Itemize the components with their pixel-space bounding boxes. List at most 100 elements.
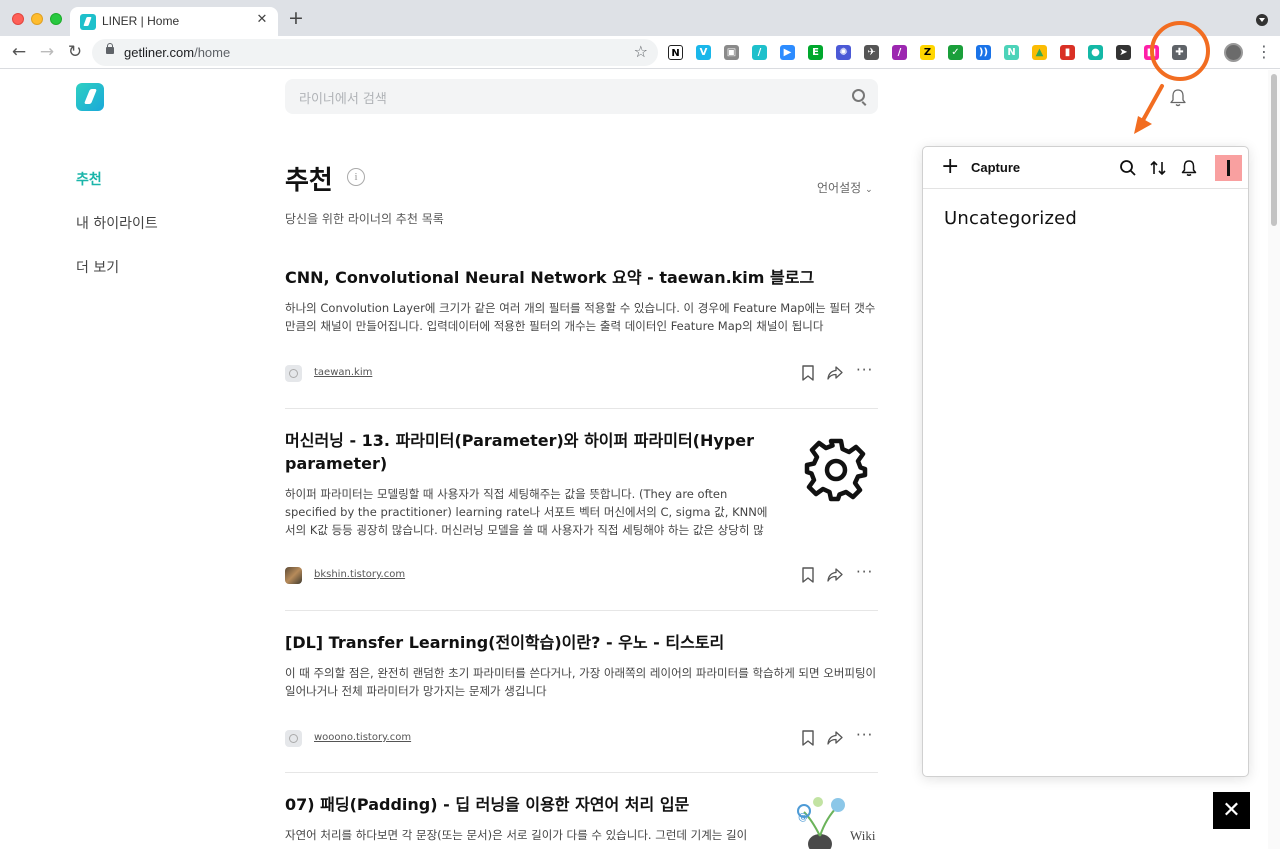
bird-icon[interactable]: ✈ (864, 45, 879, 60)
language-setting-label: 언어설정 (817, 181, 862, 195)
n-icon[interactable]: N (1004, 45, 1019, 60)
category-uncategorized[interactable]: Uncategorized (944, 208, 1077, 229)
url-path: /home (194, 45, 231, 60)
globe-icon (285, 730, 302, 747)
tab-search-icon[interactable] (1256, 14, 1268, 26)
article-thumbnail: @ Wiki (790, 792, 880, 849)
page-scrollbar[interactable] (1268, 70, 1280, 849)
notion-icon[interactable]: N (668, 45, 683, 60)
article-card[interactable]: CNN, Convolutional Neural Network 요약 - t… (285, 266, 878, 382)
back-arrow-icon[interactable]: ← (8, 41, 30, 63)
zoom-icon[interactable]: ▶ (780, 45, 795, 60)
bookmark-star-icon[interactable]: ☆ (634, 42, 648, 61)
source-avatar-icon (285, 567, 302, 584)
liner-logo[interactable] (76, 83, 104, 111)
article-card[interactable]: 머신러닝 - 13. 파라미터(Parameter)와 하이퍼 파라미터(Hyp… (285, 429, 878, 584)
globe-icon (285, 365, 302, 382)
page-title: 추천 (285, 166, 333, 196)
new-tab-button[interactable]: + (288, 8, 304, 28)
url-text[interactable]: getliner.com/home (124, 45, 230, 60)
gear-icon (804, 438, 868, 502)
share-icon[interactable] (826, 566, 844, 584)
chevron-down-icon: ⌄ (865, 185, 873, 195)
article-source-link[interactable]: taewan.kim (314, 367, 372, 378)
sidebar-item-more[interactable]: 더 보기 (76, 257, 119, 277)
search-placeholder: 라이너에서 검색 (299, 92, 387, 107)
popup-header: + Capture (923, 147, 1248, 189)
bookmark-icon[interactable] (799, 364, 817, 382)
divider (285, 772, 878, 773)
wiki-thumbnail-text: Wiki (850, 828, 876, 843)
vimeo-icon[interactable]: V (696, 45, 711, 60)
browser-menu-icon[interactable]: ⋮ (1256, 41, 1272, 63)
feather-icon[interactable]: / (892, 45, 907, 60)
article-excerpt: 하나의 Convolution Layer에 크기가 같은 여러 개의 필터를 … (285, 301, 876, 333)
more-options-icon[interactable]: ··· (856, 563, 874, 581)
article-meta-row: wooono.tistory.com ··· (285, 726, 878, 748)
wiki-plant-icon: @ (797, 797, 845, 849)
notification-bell-icon[interactable] (1168, 88, 1188, 108)
evernote-icon[interactable]: E (808, 45, 823, 60)
search-icon[interactable] (1119, 159, 1137, 177)
bookmark-icon[interactable] (799, 729, 817, 747)
check-icon[interactable]: ✓ (948, 45, 963, 60)
capture-button[interactable]: Capture (971, 160, 1020, 175)
window-close-button[interactable] (12, 13, 24, 25)
share-icon[interactable] (826, 729, 844, 747)
chart-icon[interactable]: ▮ (1060, 45, 1075, 60)
sort-icon[interactable] (1149, 159, 1167, 177)
article-excerpt: 이 때 주의할 점은, 완전히 랜덤한 초기 파라미터를 쓴다거나, 가장 아래… (285, 666, 877, 698)
wave-icon[interactable]: )) (976, 45, 991, 60)
capture-brand-icon[interactable] (1215, 155, 1242, 181)
divider (285, 408, 878, 409)
tab-close-icon[interactable]: ✕ (254, 12, 270, 27)
browser-tab[interactable]: LINER | Home ✕ (70, 7, 278, 36)
liner-favicon-icon (80, 14, 96, 30)
camera-icon[interactable]: ▣ (724, 45, 739, 60)
bell-icon[interactable] (1180, 159, 1198, 177)
tab-title: LINER | Home (102, 14, 180, 28)
window-zoom-button[interactable] (50, 13, 62, 25)
article-source-link[interactable]: wooono.tistory.com (314, 732, 411, 743)
more-options-icon[interactable]: ··· (856, 726, 874, 744)
article-excerpt: 자연어 처리를 하다보면 각 문장(또는 문서)은 서로 길이가 다를 수 있습… (285, 828, 748, 842)
z-icon[interactable]: Z (920, 45, 935, 60)
search-icon[interactable] (852, 89, 865, 102)
share-icon[interactable] (826, 364, 844, 382)
window-minimize-button[interactable] (31, 13, 43, 25)
send-icon[interactable]: ➤ (1116, 45, 1131, 60)
search-input[interactable]: 라이너에서 검색 (285, 79, 878, 114)
dot-icon[interactable]: ● (1088, 45, 1103, 60)
info-icon[interactable]: i (347, 168, 365, 186)
annotation-arrow-icon (1134, 84, 1164, 134)
url-domain: getliner.com (124, 45, 195, 60)
article-meta-row: taewan.kim ··· (285, 361, 878, 383)
address-bar[interactable]: getliner.com/home ☆ (92, 39, 658, 66)
profile-avatar[interactable] (1224, 43, 1243, 62)
capture-extension-popup: + Capture Uncategorized (922, 146, 1249, 777)
article-title[interactable]: [DL] Transfer Learning(전이학습)이란? - 우노 - 티… (285, 631, 878, 654)
more-options-icon[interactable]: ··· (856, 361, 874, 379)
reload-icon[interactable]: ↻ (64, 41, 86, 63)
sun-icon[interactable]: ✺ (836, 45, 851, 60)
annotation-highlight-circle (1150, 21, 1210, 81)
browser-tab-strip: LINER | Home ✕ + (0, 0, 1280, 36)
drive-icon[interactable]: ▲ (1032, 45, 1047, 60)
article-title[interactable]: CNN, Convolutional Neural Network 요약 - t… (285, 266, 878, 289)
sidebar-item-recommended[interactable]: 추천 (76, 169, 102, 189)
scrollbar-thumb[interactable] (1271, 74, 1277, 226)
page-subtitle: 당신을 위한 라이너의 추천 목록 (285, 212, 444, 226)
article-meta-row: bkshin.tistory.com ··· (285, 563, 878, 585)
close-icon[interactable]: ✕ (1213, 792, 1250, 829)
article-title[interactable]: 머신러닝 - 13. 파라미터(Parameter)와 하이퍼 파라미터(Hyp… (285, 429, 765, 475)
sidebar-item-my-highlights[interactable]: 내 하이라이트 (76, 213, 158, 233)
article-source-link[interactable]: bkshin.tistory.com (314, 569, 405, 580)
forward-arrow-icon[interactable]: → (36, 41, 58, 63)
divider (285, 610, 878, 611)
liner-ext-icon[interactable]: / (752, 45, 767, 60)
article-card[interactable]: [DL] Transfer Learning(전이학습)이란? - 우노 - 티… (285, 631, 878, 747)
plus-icon[interactable]: + (941, 155, 959, 179)
language-setting-dropdown[interactable]: 언어설정 ⌄ (817, 179, 873, 196)
bookmark-icon[interactable] (799, 566, 817, 584)
lock-icon[interactable] (106, 43, 114, 54)
